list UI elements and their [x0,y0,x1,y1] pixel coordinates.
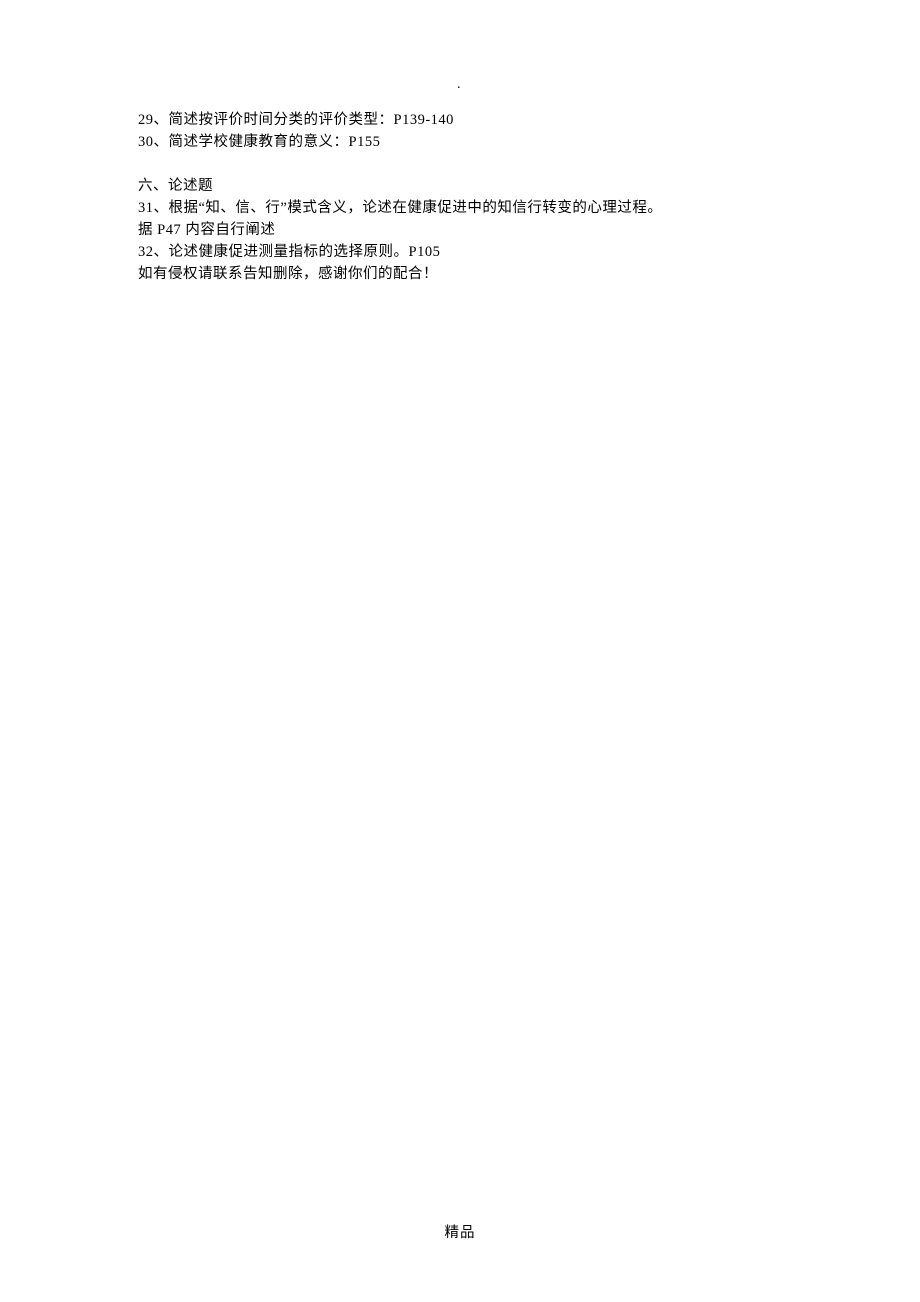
question-31: 31、根据“知、信、行”模式含义，论述在健康促进中的知信行转变的心理过程。 [138,197,830,219]
content-block: 29、简述按评价时间分类的评价类型：P139-140 30、简述学校健康教育的意… [138,109,830,285]
question-32: 32、论述健康促进测量指标的选择原则。P105 [138,241,830,263]
question-29: 29、简述按评价时间分类的评价类型：P139-140 [138,109,830,131]
section-gap [138,153,830,175]
section-6-title: 六、论述题 [138,175,830,197]
page-content: 29、简述按评价时间分类的评价类型：P139-140 30、简述学校健康教育的意… [0,0,920,285]
header-mark: . [457,77,461,93]
page-footer: 精品 [0,1221,920,1242]
question-31-note: 据 P47 内容自行阐述 [138,219,830,241]
question-30: 30、简述学校健康教育的意义：P155 [138,131,830,153]
copyright-notice: 如有侵权请联系告知删除，感谢你们的配合！ [138,263,830,285]
